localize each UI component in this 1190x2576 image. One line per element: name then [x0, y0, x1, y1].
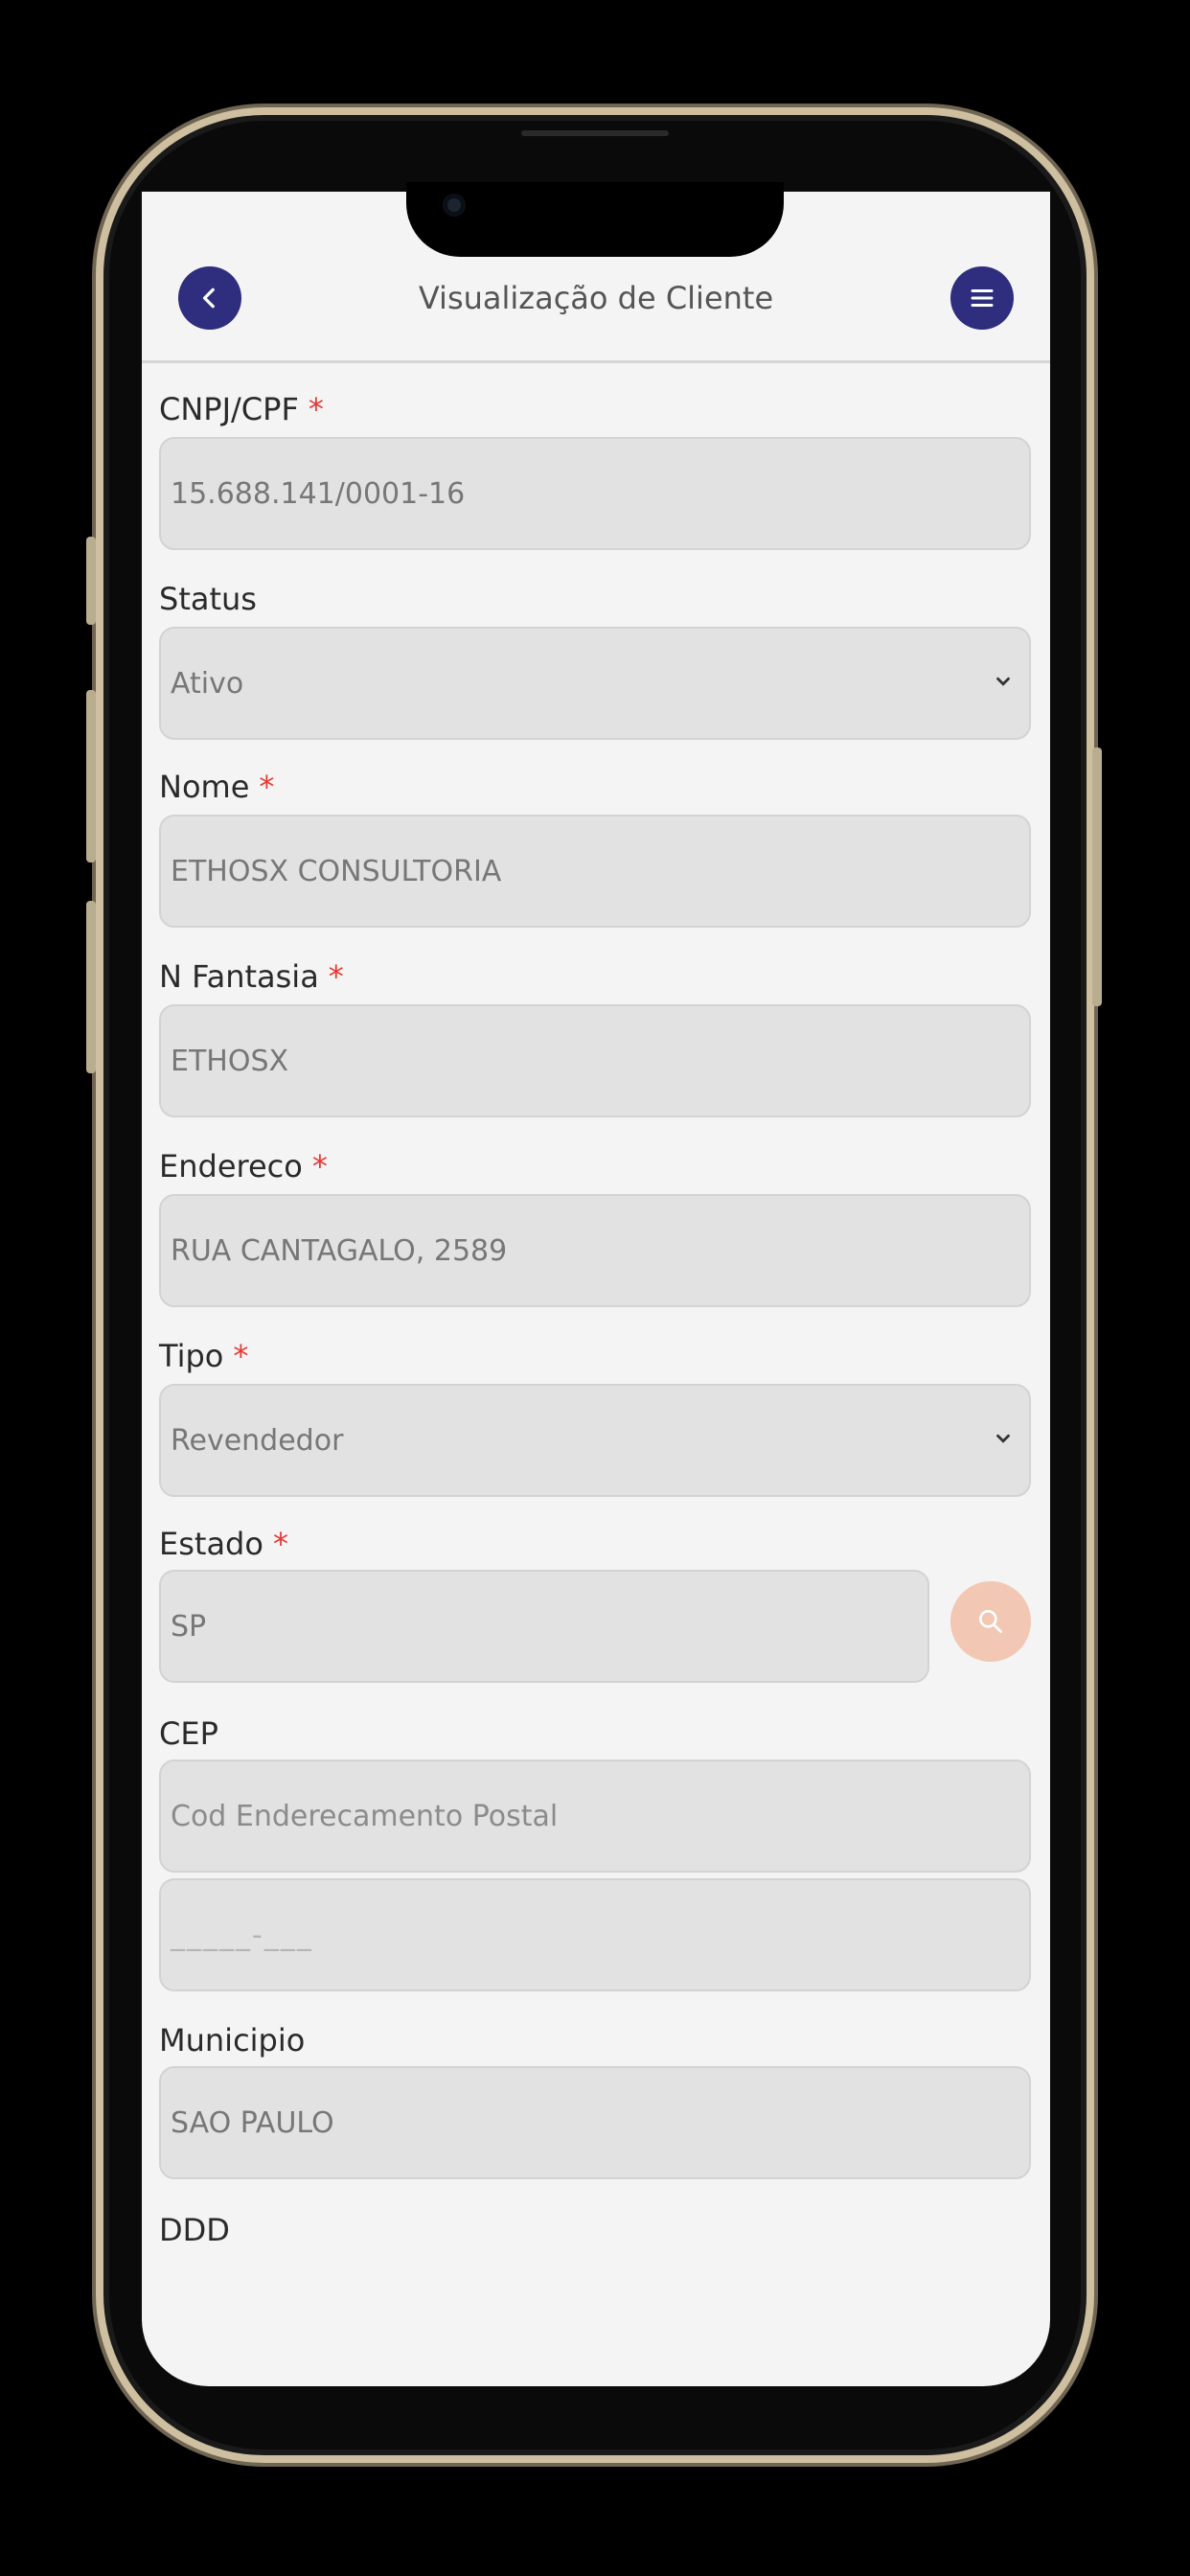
- earpiece-speaker: [521, 130, 669, 136]
- cep-mask-placeholder: _____-___: [171, 1918, 313, 1952]
- cnpj-value: 15.688.141/0001-16: [171, 476, 466, 511]
- cnpj-label: CNPJ/CPF *: [159, 391, 324, 427]
- required-marker: *: [259, 769, 275, 805]
- estado-field[interactable]: SP: [159, 1570, 929, 1683]
- required-marker: *: [233, 1338, 249, 1374]
- menu-button[interactable]: [950, 266, 1014, 330]
- side-button-volume-down: [86, 901, 96, 1073]
- fantasia-field[interactable]: ETHOSX: [159, 1004, 1031, 1117]
- cep-input[interactable]: _____-___: [159, 1878, 1031, 1991]
- search-button[interactable]: [950, 1581, 1031, 1662]
- chevron-down-icon: [996, 1434, 1010, 1443]
- status-select[interactable]: Ativo: [159, 627, 1031, 740]
- municipio-label: Municipio: [159, 2022, 306, 2058]
- hamburger-menu-icon: [971, 289, 994, 307]
- side-button-power: [1092, 748, 1102, 1006]
- endereco-field[interactable]: RUA CANTAGALO, 2589: [159, 1194, 1031, 1307]
- required-marker: *: [308, 391, 324, 427]
- page-title: Visualização de Cliente: [418, 280, 774, 316]
- side-button-silent: [86, 537, 96, 625]
- endereco-label: Endereco *: [159, 1148, 328, 1184]
- search-icon: [978, 1610, 1002, 1633]
- cep-label: CEP: [159, 1715, 218, 1752]
- cep-description-field[interactable]: Cod Enderecamento Postal: [159, 1760, 1031, 1873]
- municipio-field[interactable]: SAO PAULO: [159, 2066, 1031, 2179]
- status-value: Ativo: [171, 666, 244, 701]
- nome-label: Nome *: [159, 769, 275, 805]
- required-marker: *: [272, 1526, 288, 1562]
- nome-field[interactable]: ETHOSX CONSULTORIA: [159, 815, 1031, 928]
- cep-description: Cod Enderecamento Postal: [171, 1799, 559, 1833]
- cnpj-field[interactable]: 15.688.141/0001-16: [159, 437, 1031, 550]
- nome-value: ETHOSX CONSULTORIA: [171, 854, 502, 888]
- required-marker: *: [328, 958, 344, 995]
- side-button-volume-up: [86, 690, 96, 862]
- tipo-label: Tipo *: [159, 1338, 249, 1374]
- municipio-value: SAO PAULO: [171, 2105, 334, 2140]
- required-marker: *: [311, 1148, 328, 1184]
- estado-value: SP: [171, 1609, 207, 1644]
- device-notch: [406, 182, 784, 257]
- chevron-down-icon: [996, 677, 1010, 686]
- tipo-select[interactable]: Revendedor: [159, 1384, 1031, 1497]
- estado-label: Estado *: [159, 1526, 288, 1562]
- fantasia-label: N Fantasia *: [159, 958, 344, 995]
- tipo-value: Revendedor: [171, 1423, 344, 1458]
- endereco-value: RUA CANTAGALO, 2589: [171, 1233, 508, 1268]
- fantasia-value: ETHOSX: [171, 1044, 289, 1078]
- front-camera: [443, 194, 466, 217]
- status-label: Status: [159, 581, 257, 617]
- app-screen: Visualização de Cliente CNPJ/CPF * 15.688…: [142, 192, 1050, 2386]
- ddd-label: DDD: [159, 2212, 230, 2248]
